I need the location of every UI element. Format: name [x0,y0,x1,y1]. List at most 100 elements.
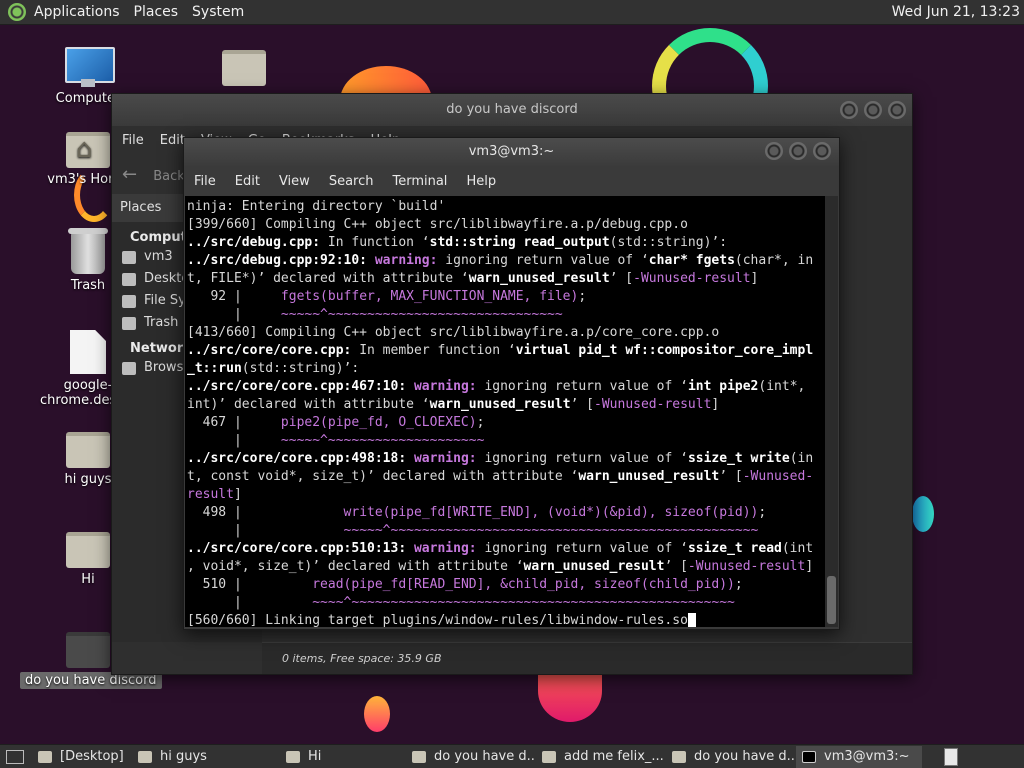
taskbar-item[interactable]: do you have d... [406,746,534,768]
taskbar-item-label: do you have d... [434,749,534,764]
clock[interactable]: Wed Jun 21, 13:23 [892,4,1020,20]
terminal-line: 467 | pipe2(pipe_fd, O_CLOEXEC); [187,414,825,432]
terminal-text: ] [711,397,720,412]
back-button[interactable]: ← Back [122,164,185,185]
terminal-text: warning: [413,451,485,466]
menu-edit[interactable]: Edit [160,133,185,148]
scrollbar-thumb[interactable] [827,576,836,624]
terminal-text: char* fgets [648,253,735,268]
terminal-text: | [187,433,281,448]
terminal-text: In function ‘ [320,235,430,250]
minimize-button[interactable] [840,101,858,119]
window-titlebar[interactable]: do you have discord [112,94,912,126]
taskbar-item[interactable]: hi guys [132,746,278,768]
wallpaper-shape [364,696,390,732]
folder-icon [222,50,266,86]
folder-icon [38,750,52,763]
terminal-text: ~~~~~^~~~~~~~~~~~~~~~~~~~~ [280,433,485,448]
terminal-text: 92 | [187,289,281,304]
home-folder-icon [66,132,110,168]
folder-icon [542,750,556,763]
taskbar-item-label: Hi [308,749,322,764]
terminal-text: ignoring return value of ‘ [445,253,649,268]
terminal-text: t, FILE*)’ declared with attribute ‘ [187,271,469,286]
terminal-text: warn_unused_result [523,559,665,574]
maximize-button[interactable] [864,101,882,119]
terminal-line: [413/660] Compiling C++ object src/libli… [187,324,825,342]
terminal-line: [399/660] Compiling C++ object src/libli… [187,216,825,234]
taskbar-item[interactable]: do you have d... [666,746,794,768]
terminal-output[interactable]: ninja: Entering directory `build' [399/66… [185,196,825,627]
terminal-text: | [187,307,281,322]
desktop-icon [122,273,136,286]
show-desktop-icon[interactable] [6,749,24,764]
terminal-text: ’ [ [609,271,634,286]
terminal-text: ’ [ [664,559,688,574]
terminal-text: virtual pid_t wf::compositor_core_impl [515,343,814,358]
terminal-icon [802,750,816,763]
desktop-icon-folder[interactable] [218,50,270,90]
folder-icon [66,432,110,468]
menubar: File Edit View Search Terminal Help [184,166,839,196]
back-label: Back [153,168,185,184]
taskbar-item-label: [Desktop] [60,749,124,764]
desktop-icon-label: hi guys [64,472,112,487]
applications-menu[interactable]: Applications [34,4,120,20]
window-titlebar[interactable]: vm3@vm3:~ [184,138,839,166]
terminal-window: vm3@vm3:~ File Edit View Search Terminal… [183,137,840,630]
terminal-text: ~~~~^~~~~~~~~~~~~~~~~~~~~~~~~~~~~~~~~~~~… [312,595,735,610]
workspace-switcher[interactable] [944,747,958,766]
scrollbar[interactable] [825,196,838,627]
menu-file[interactable]: File [194,174,216,189]
minimize-button[interactable] [765,142,783,160]
terminal-text: ] [233,487,242,502]
system-menu[interactable]: System [192,4,244,20]
folder-icon [66,532,110,568]
taskbar-item[interactable]: Hi [280,746,404,768]
folder-icon [138,750,152,763]
terminal-text: t, const void*, size_t)’ declared with a… [187,469,579,484]
mate-logo-icon[interactable] [8,3,26,21]
terminal-text: ../src/debug.cpp:92:10: [187,253,375,268]
menu-edit[interactable]: Edit [235,174,260,189]
menu-search[interactable]: Search [329,174,374,189]
terminal-text: ’ [ [719,469,743,484]
computer-icon [65,47,115,87]
terminal-text: ssize_t write [687,451,790,466]
terminal-line: result] [187,486,825,504]
terminal-text: -Wunused-result [633,271,751,286]
menu-terminal[interactable]: Terminal [392,174,447,189]
terminal-line: ../src/core/core.cpp:510:13: warning: ig… [187,540,825,558]
terminal-text: ’ [ [570,397,595,412]
terminal-text: ignoring return value of ‘ [484,541,688,556]
terminal-text: ; [578,289,587,304]
terminal-text: | [187,595,313,610]
terminal-text: ../src/core/core.cpp:467:10: [187,379,414,394]
taskbar-item[interactable]: vm3@vm3:~ [796,745,922,768]
menu-file[interactable]: File [122,133,144,148]
close-button[interactable] [813,142,831,160]
terminal-text: (std::string)’: [609,235,728,250]
terminal-text: warn_unused_result [578,469,720,484]
terminal-text: ssize_t read [687,541,782,556]
taskbar-item[interactable]: add me felix_... [536,746,664,768]
close-button[interactable] [888,101,906,119]
terminal-line: ../src/core/core.cpp:467:10: warning: ig… [187,378,825,396]
menu-help[interactable]: Help [466,174,496,189]
terminal-text: ~~~~~^~~~~~~~~~~~~~~~~~~~~~~~~~~~~~~~~~~… [343,523,759,538]
terminal-text: 510 | [187,577,313,592]
menu-view[interactable]: View [279,174,310,189]
terminal-text: ; [758,505,767,520]
taskbar-item[interactable]: [Desktop] [32,746,130,768]
terminal-line: ../src/core/core.cpp:498:18: warning: ig… [187,450,825,468]
terminal-text: 498 | [187,505,344,520]
maximize-button[interactable] [789,142,807,160]
places-menu[interactable]: Places [134,4,179,20]
terminal-text: (char*, in [734,253,814,268]
taskbar-window-list: [Desktop] hi guys Hi do you have d... add me… [32,745,924,768]
terminal-line: ninja: Entering directory `build' [187,198,825,216]
terminal-text: ../src/core/core.cpp:510:13: [187,541,414,556]
terminal-text: int)’ declared with attribute ‘ [187,397,430,412]
drive-icon [122,295,136,308]
terminal-text: , void*, size_t)’ declared with attribut… [187,559,524,574]
